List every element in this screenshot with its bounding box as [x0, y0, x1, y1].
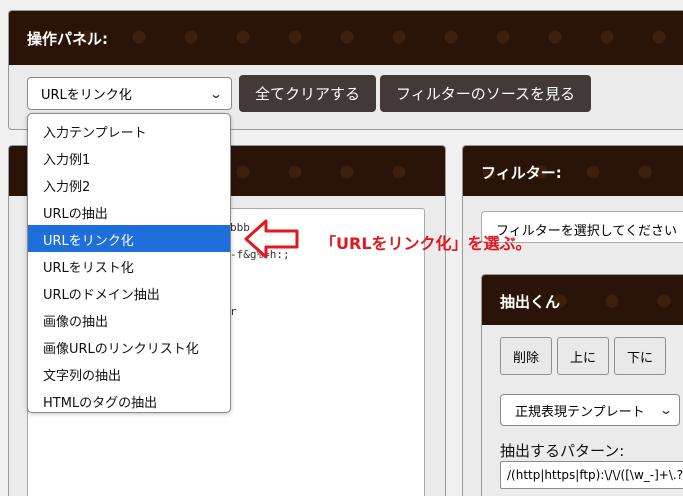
- view-filter-source-button[interactable]: フィルターのソースを見る: [380, 75, 591, 112]
- filter-preset-dropdown: 入力テンプレート 入力例1 入力例2 URLの抽出 URLをリンク化 URLをリ…: [27, 113, 231, 413]
- dropdown-option[interactable]: 文字列の抽出: [28, 360, 230, 387]
- left-arrow-icon: [244, 219, 299, 259]
- filter-preset-value: URLをリンク化: [41, 88, 132, 103]
- extract-panel-header: 抽出くん: [482, 275, 683, 325]
- dropdown-option[interactable]: 入力例2: [28, 171, 230, 198]
- dropdown-option[interactable]: URLをリスト化: [28, 252, 230, 279]
- chevron-down-icon: ⌄: [658, 403, 674, 417]
- clear-all-button[interactable]: 全てクリアする: [239, 75, 377, 112]
- filter-preset-select[interactable]: URLをリンク化 ⌄: [27, 77, 232, 110]
- pattern-input[interactable]: /(http|https|ftp):\/\/([\w_-]+\.?)*: [500, 461, 683, 489]
- dropdown-option[interactable]: URLの抽出: [28, 198, 230, 225]
- dropdown-option[interactable]: URLのドメイン抽出: [28, 279, 230, 306]
- operation-panel-title: 操作パネル:: [27, 30, 108, 48]
- dropdown-option[interactable]: HTMLのタグの抽出: [28, 387, 230, 412]
- dropdown-option[interactable]: 入力テンプレート: [28, 117, 230, 144]
- dropdown-option[interactable]: 入力例1: [28, 144, 230, 171]
- chevron-down-icon: ⌄: [208, 86, 224, 101]
- dropdown-option[interactable]: 画像URLのリンクリスト化: [28, 333, 230, 360]
- extract-panel-buttons: 削除 上に 下に: [500, 337, 667, 375]
- pattern-label: 抽出するパターン:: [500, 442, 625, 460]
- extract-panel-title: 抽出くん: [500, 293, 561, 311]
- operation-panel-header: 操作パネル:: [9, 11, 683, 65]
- dropdown-option-selected[interactable]: URLをリンク化: [28, 225, 230, 252]
- regex-template-value: 正規表現テンプレート: [515, 404, 645, 420]
- dropdown-option[interactable]: 画像の抽出: [28, 306, 230, 333]
- extract-panel: 抽出くん 削除 上に 下に 正規表現テンプレート ⌄ 抽出するパターン: /(h…: [481, 274, 683, 496]
- filter-panel: フィルター: フィルターを選択してください 抽出くん 削除 上に 下に 正規表現…: [462, 145, 683, 496]
- move-up-button[interactable]: 上に: [557, 337, 610, 375]
- delete-button[interactable]: 削除: [500, 337, 553, 375]
- annotation-text: 「URLをリンク化」を選ぶ。: [320, 234, 532, 253]
- operation-panel: 操作パネル: URLをリンク化 ⌄ 全てクリアする フィルターのソースを見る: [8, 10, 683, 130]
- filter-panel-header: フィルター:: [463, 146, 683, 196]
- operation-controls: URLをリンク化 ⌄ 全てクリアする フィルターのソースを見る: [27, 75, 591, 112]
- filter-panel-title: フィルター:: [481, 164, 562, 182]
- move-down-button[interactable]: 下に: [614, 337, 667, 375]
- regex-template-select[interactable]: 正規表現テンプレート ⌄: [500, 394, 680, 426]
